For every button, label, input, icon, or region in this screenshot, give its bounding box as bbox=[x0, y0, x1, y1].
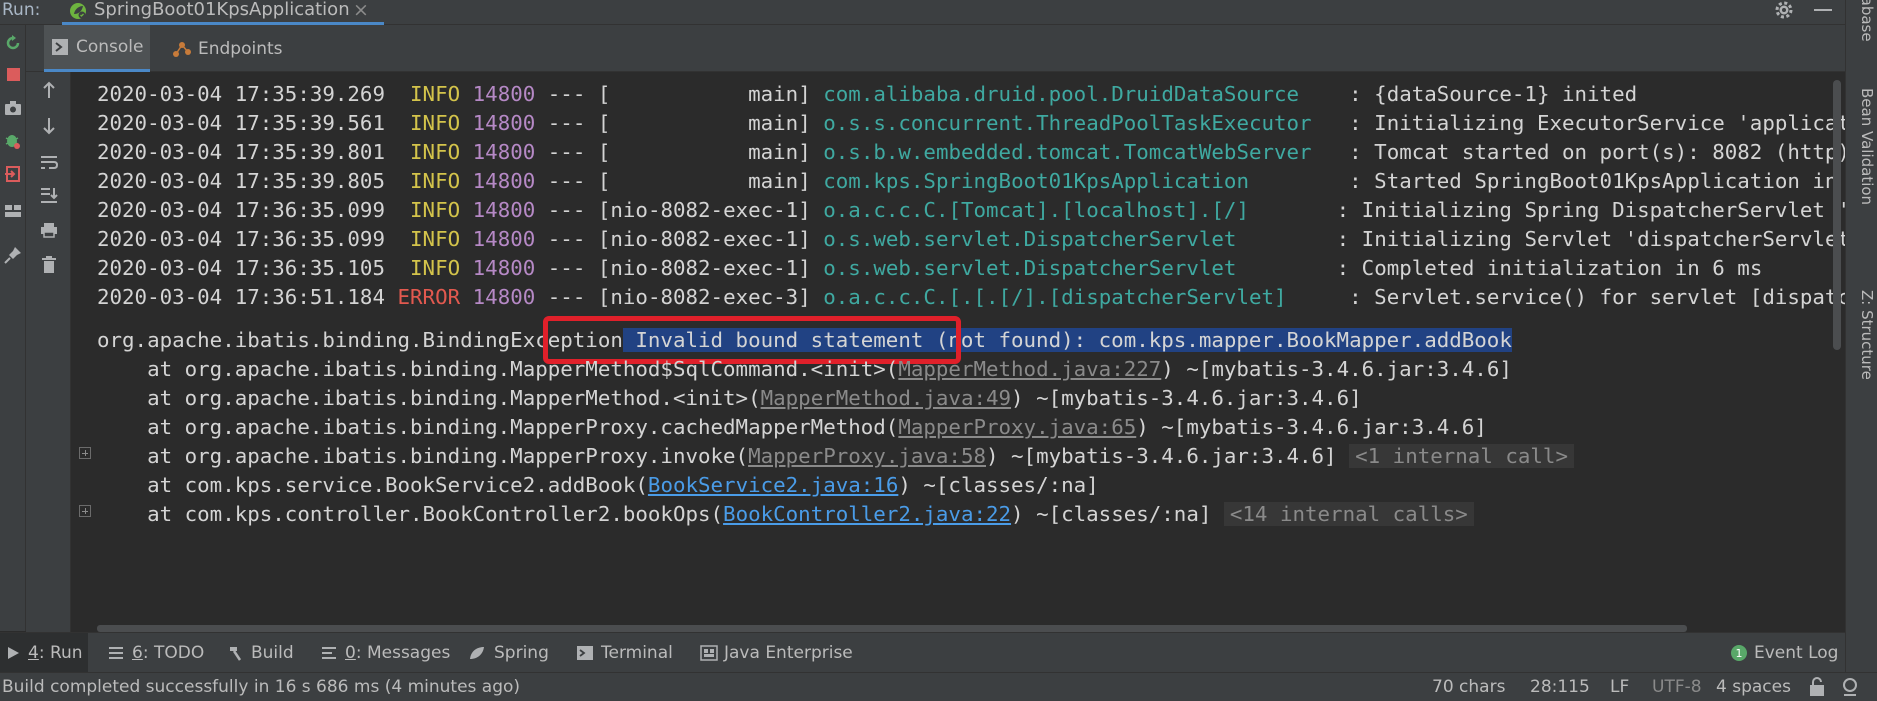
tool-window-java-enterprise[interactable]: Java Enterprise bbox=[700, 633, 853, 673]
print-icon[interactable] bbox=[26, 212, 71, 248]
spring-boot-icon bbox=[70, 3, 86, 19]
tool-window-messages[interactable]: 0: Messages bbox=[321, 633, 450, 673]
tool-window-run[interactable]: 4: Run bbox=[0, 633, 88, 673]
structure-label: Z: Structure bbox=[1858, 290, 1876, 380]
terminal-icon bbox=[577, 646, 593, 660]
source-link[interactable]: MapperMethod.java:49 bbox=[761, 386, 1011, 410]
java-enterprise-icon bbox=[700, 645, 718, 661]
tab-console-label: Console bbox=[76, 37, 144, 57]
down-arrow-icon[interactable] bbox=[26, 108, 71, 144]
file-encoding[interactable]: UTF-8 bbox=[1652, 675, 1702, 699]
tab-endpoints[interactable]: Endpoints bbox=[172, 25, 283, 72]
source-link[interactable]: MapperMethod.java:227 bbox=[898, 357, 1161, 381]
tool-window-terminal[interactable]: Terminal bbox=[577, 633, 673, 673]
status-message[interactable]: Build completed successfully in 16 s 686… bbox=[2, 675, 520, 699]
console-actions bbox=[26, 72, 71, 632]
spring-leaf-icon bbox=[470, 647, 484, 659]
svg-text:1: 1 bbox=[1736, 647, 1743, 660]
event-log-icon: 1 bbox=[1731, 645, 1747, 661]
run-toolbar bbox=[0, 25, 26, 631]
char-count: 70 chars bbox=[1432, 677, 1506, 697]
camera-icon[interactable] bbox=[0, 95, 26, 121]
database-tool-button[interactable]: Database bbox=[1846, 0, 1876, 50]
hammer-icon bbox=[230, 647, 242, 661]
source-link[interactable]: MapperProxy.java:65 bbox=[898, 415, 1136, 439]
vertical-scrollbar[interactable] bbox=[1833, 80, 1841, 350]
gear-icon[interactable] bbox=[1773, 0, 1795, 20]
tool-window-todo[interactable]: 6: TODO bbox=[108, 633, 204, 673]
exit-icon[interactable] bbox=[0, 161, 26, 187]
bean-validation-label: Bean Validation bbox=[1858, 88, 1876, 206]
tab-console[interactable]: Console bbox=[44, 25, 150, 72]
up-arrow-icon[interactable] bbox=[26, 72, 71, 108]
run-label: Run: bbox=[2, 0, 41, 20]
source-link[interactable]: MapperProxy.java:58 bbox=[748, 444, 986, 468]
pin-icon[interactable] bbox=[0, 242, 26, 268]
stack-frame: at com.kps.controller.BookController2.bo… bbox=[97, 497, 1474, 531]
line-separator[interactable]: LF bbox=[1610, 675, 1629, 699]
source-link[interactable]: BookService2.java:16 bbox=[648, 473, 898, 497]
internal-calls-fold[interactable]: <1 internal call> bbox=[1349, 444, 1574, 468]
lock-icon[interactable] bbox=[1808, 677, 1826, 697]
internal-calls-fold[interactable]: <14 internal calls> bbox=[1223, 502, 1474, 526]
run-config-tab[interactable]: SpringBoot01KpsApplication × bbox=[62, 0, 384, 25]
fold-gutter bbox=[71, 72, 96, 632]
tool-window-bar: 4: Run 6: TODO Build 0: Messages Spring … bbox=[0, 632, 1845, 673]
expand-fold-icon[interactable] bbox=[79, 505, 91, 517]
console-tabstrip: Console Endpoints bbox=[26, 25, 1845, 72]
layout-icon[interactable] bbox=[0, 198, 26, 224]
horizontal-scrollbar[interactable] bbox=[97, 625, 1687, 632]
run-tab-title: SpringBoot01KpsApplication bbox=[94, 0, 350, 20]
endpoints-icon bbox=[173, 41, 191, 57]
inspector-icon[interactable] bbox=[1840, 677, 1860, 697]
scroll-to-end-icon[interactable] bbox=[26, 177, 71, 213]
minimize-icon[interactable] bbox=[1814, 9, 1832, 11]
close-icon[interactable]: × bbox=[353, 0, 369, 21]
stop-icon[interactable] bbox=[0, 61, 26, 87]
tool-window-event-log[interactable]: 1 Event Log bbox=[1730, 633, 1838, 673]
run-icon bbox=[8, 647, 19, 659]
cursor-position[interactable]: 28:115 bbox=[1530, 675, 1590, 699]
tab-endpoints-label: Endpoints bbox=[198, 38, 283, 59]
bean-validation-tool-button[interactable]: Bean Validation bbox=[1846, 88, 1876, 258]
console-output[interactable]: 2020-03-04 17:35:39.269 INFO 14800 --- [… bbox=[97, 72, 1845, 632]
indent-setting[interactable]: 4 spaces bbox=[1716, 675, 1791, 699]
log-line-error: 2020-03-04 17:36:51.184 ERROR 14800 --- … bbox=[97, 285, 1845, 309]
list-icon bbox=[109, 647, 123, 659]
expand-fold-icon[interactable] bbox=[79, 447, 91, 459]
source-link[interactable]: BookController2.java:22 bbox=[723, 502, 1011, 526]
run-header: Run: SpringBoot01KpsApplication × bbox=[0, 0, 1845, 25]
soft-wrap-icon[interactable] bbox=[26, 144, 71, 180]
console-icon bbox=[52, 39, 68, 55]
messages-icon bbox=[322, 647, 336, 659]
status-bar: Build completed successfully in 16 s 686… bbox=[0, 672, 1877, 701]
rerun-icon[interactable] bbox=[0, 30, 26, 56]
debug-icon[interactable] bbox=[0, 128, 26, 154]
tool-window-build[interactable]: Build bbox=[227, 633, 294, 673]
trash-icon[interactable] bbox=[26, 247, 71, 283]
tool-window-spring[interactable]: Spring bbox=[468, 633, 549, 673]
structure-tool-button[interactable]: Z: Structure bbox=[1846, 290, 1876, 390]
